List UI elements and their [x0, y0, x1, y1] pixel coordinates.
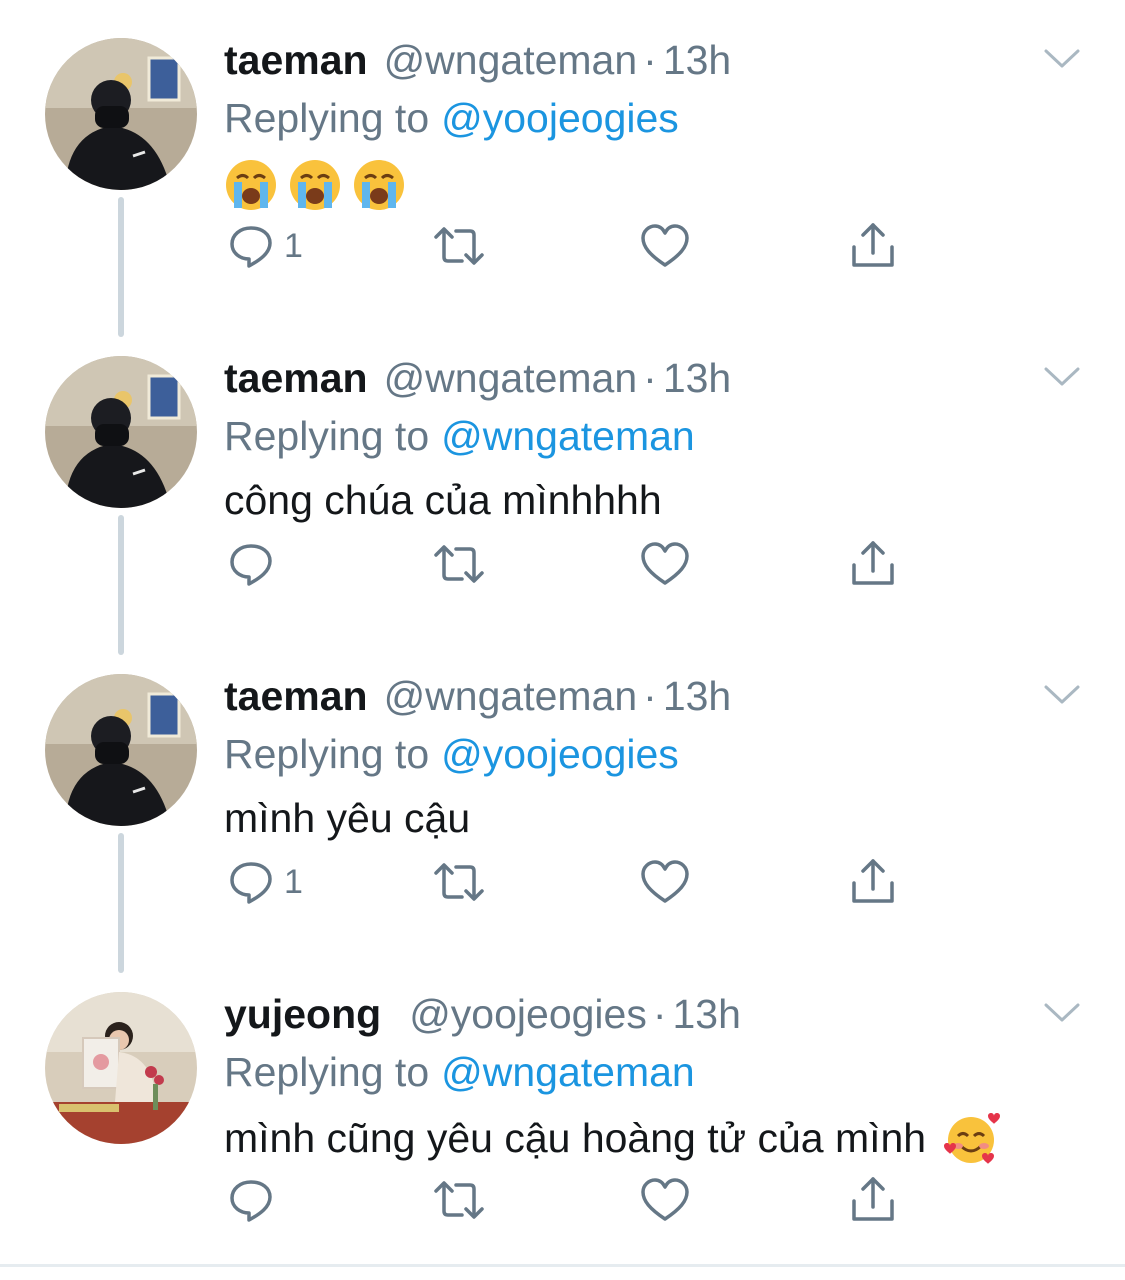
loudly-crying-face-icon [290, 160, 340, 210]
heart-icon [641, 860, 689, 903]
share-button[interactable] [848, 854, 898, 910]
replying-to-line: Replying to @yoojeogies [224, 730, 679, 778]
timestamp[interactable]: 13h [673, 990, 741, 1038]
avatar[interactable] [45, 356, 197, 508]
tweet-text-content: mình cũng yêu cậu hoàng tử của mình [224, 1115, 927, 1161]
share-icon [852, 223, 894, 267]
chevron-down-icon[interactable] [1043, 682, 1081, 708]
avatar-image [45, 38, 197, 190]
display-name[interactable]: taeman [224, 672, 368, 720]
like-button[interactable] [640, 854, 690, 910]
share-icon [852, 859, 894, 903]
loudly-crying-face-icon [226, 160, 276, 210]
user-handle[interactable]: @wngateman [384, 354, 638, 402]
tweet-text-content: mình yêu cậu [224, 795, 471, 841]
retweet-icon [434, 227, 484, 265]
mention-link[interactable]: @yoojeogies [441, 731, 679, 777]
heart-icon [641, 224, 689, 267]
replying-to-line: Replying to @wngateman [224, 412, 695, 460]
tweet-text-content: công chúa của mìnhhhh [224, 477, 662, 523]
display-name[interactable]: yujeong [224, 990, 381, 1038]
retweet-button[interactable] [430, 536, 488, 592]
chevron-down-icon[interactable] [1043, 46, 1081, 72]
loudly-crying-face-icon [354, 160, 404, 210]
share-icon [852, 541, 894, 585]
reply-icon [230, 862, 272, 904]
display-name[interactable]: taeman [224, 354, 368, 402]
reply-count: 1 [284, 862, 303, 901]
tweet-actions: 1 [224, 218, 924, 274]
like-button[interactable] [640, 218, 690, 274]
tweet-header: taeman @wngateman · 13h [224, 354, 731, 402]
user-handle[interactable]: @wngateman [384, 36, 638, 84]
share-button[interactable] [848, 536, 898, 592]
reply-icon [230, 226, 272, 268]
share-button[interactable] [848, 1172, 898, 1228]
tweet[interactable]: taeman @wngateman · 13h Replying to @wnga… [0, 326, 1125, 644]
avatar-image [45, 356, 197, 508]
tweet-text [224, 158, 416, 212]
replying-to-label: Replying to [224, 1049, 430, 1095]
mention-link[interactable]: @wngateman [441, 413, 695, 459]
avatar[interactable] [45, 38, 197, 190]
separator-dot: · [643, 37, 657, 83]
tweet-text: công chúa của mìnhhhh [224, 474, 662, 526]
user-handle[interactable]: @wngateman [384, 672, 638, 720]
avatar-image [45, 992, 197, 1144]
mention-link[interactable]: @wngateman [441, 1049, 695, 1095]
chevron-down-icon[interactable] [1043, 364, 1081, 390]
tweet-header: taeman @wngateman · 13h [224, 36, 731, 84]
tweet-actions: 1 [224, 854, 924, 910]
timestamp[interactable]: 13h [663, 354, 731, 402]
tweet-header: taeman @wngateman · 13h [224, 672, 731, 720]
display-name[interactable]: taeman [224, 36, 368, 84]
separator-dot: · [652, 991, 667, 1037]
timestamp[interactable]: 13h [663, 36, 731, 84]
reply-count: 1 [284, 226, 303, 265]
retweet-icon [434, 545, 484, 583]
user-handle[interactable]: @yoojeogies [409, 990, 647, 1038]
tweet[interactable]: taeman @wngateman · 13h Replying to @yooj… [0, 8, 1125, 326]
tweet-actions [224, 536, 924, 592]
replying-to-label: Replying to [224, 95, 430, 141]
avatar[interactable] [45, 992, 197, 1144]
reply-button[interactable] [228, 536, 284, 592]
heart-icon [641, 542, 689, 585]
like-button[interactable] [640, 536, 690, 592]
replying-to-label: Replying to [224, 413, 430, 459]
retweet-button[interactable] [430, 854, 488, 910]
reply-icon [230, 544, 272, 586]
separator-dot: · [643, 673, 657, 719]
reply-icon [230, 1180, 272, 1222]
tweet-text: mình yêu cậu [224, 792, 470, 844]
smiling-face-with-hearts-icon [944, 1113, 1001, 1164]
replying-to-line: Replying to @yoojeogies [224, 94, 679, 142]
retweet-icon [434, 863, 484, 901]
tweet[interactable]: yujeong @yoojeogies · 13h Replying to @wn… [0, 962, 1125, 1280]
avatar[interactable] [45, 674, 197, 826]
retweet-button[interactable] [430, 218, 488, 274]
reply-button[interactable]: 1 [228, 218, 303, 274]
avatar-image [45, 674, 197, 826]
tweet[interactable]: taeman @wngateman · 13h Replying to @yooj… [0, 644, 1125, 962]
chevron-down-icon[interactable] [1043, 1000, 1081, 1026]
heart-icon [641, 1178, 689, 1221]
reply-button[interactable]: 1 [228, 854, 303, 910]
replying-to-label: Replying to [224, 731, 430, 777]
retweet-icon [434, 1181, 484, 1219]
tweet-text: mình cũng yêu cậu hoàng tử của mình [224, 1110, 1010, 1166]
timestamp[interactable]: 13h [663, 672, 731, 720]
separator-dot: · [643, 355, 657, 401]
replying-to-line: Replying to @wngateman [224, 1048, 695, 1096]
reply-button[interactable] [228, 1172, 284, 1228]
tweet-header: yujeong @yoojeogies · 13h [224, 990, 741, 1038]
share-button[interactable] [848, 218, 898, 274]
share-icon [852, 1177, 894, 1221]
mention-link[interactable]: @yoojeogies [441, 95, 679, 141]
tweet-actions [224, 1172, 924, 1228]
like-button[interactable] [640, 1172, 690, 1228]
retweet-button[interactable] [430, 1172, 488, 1228]
